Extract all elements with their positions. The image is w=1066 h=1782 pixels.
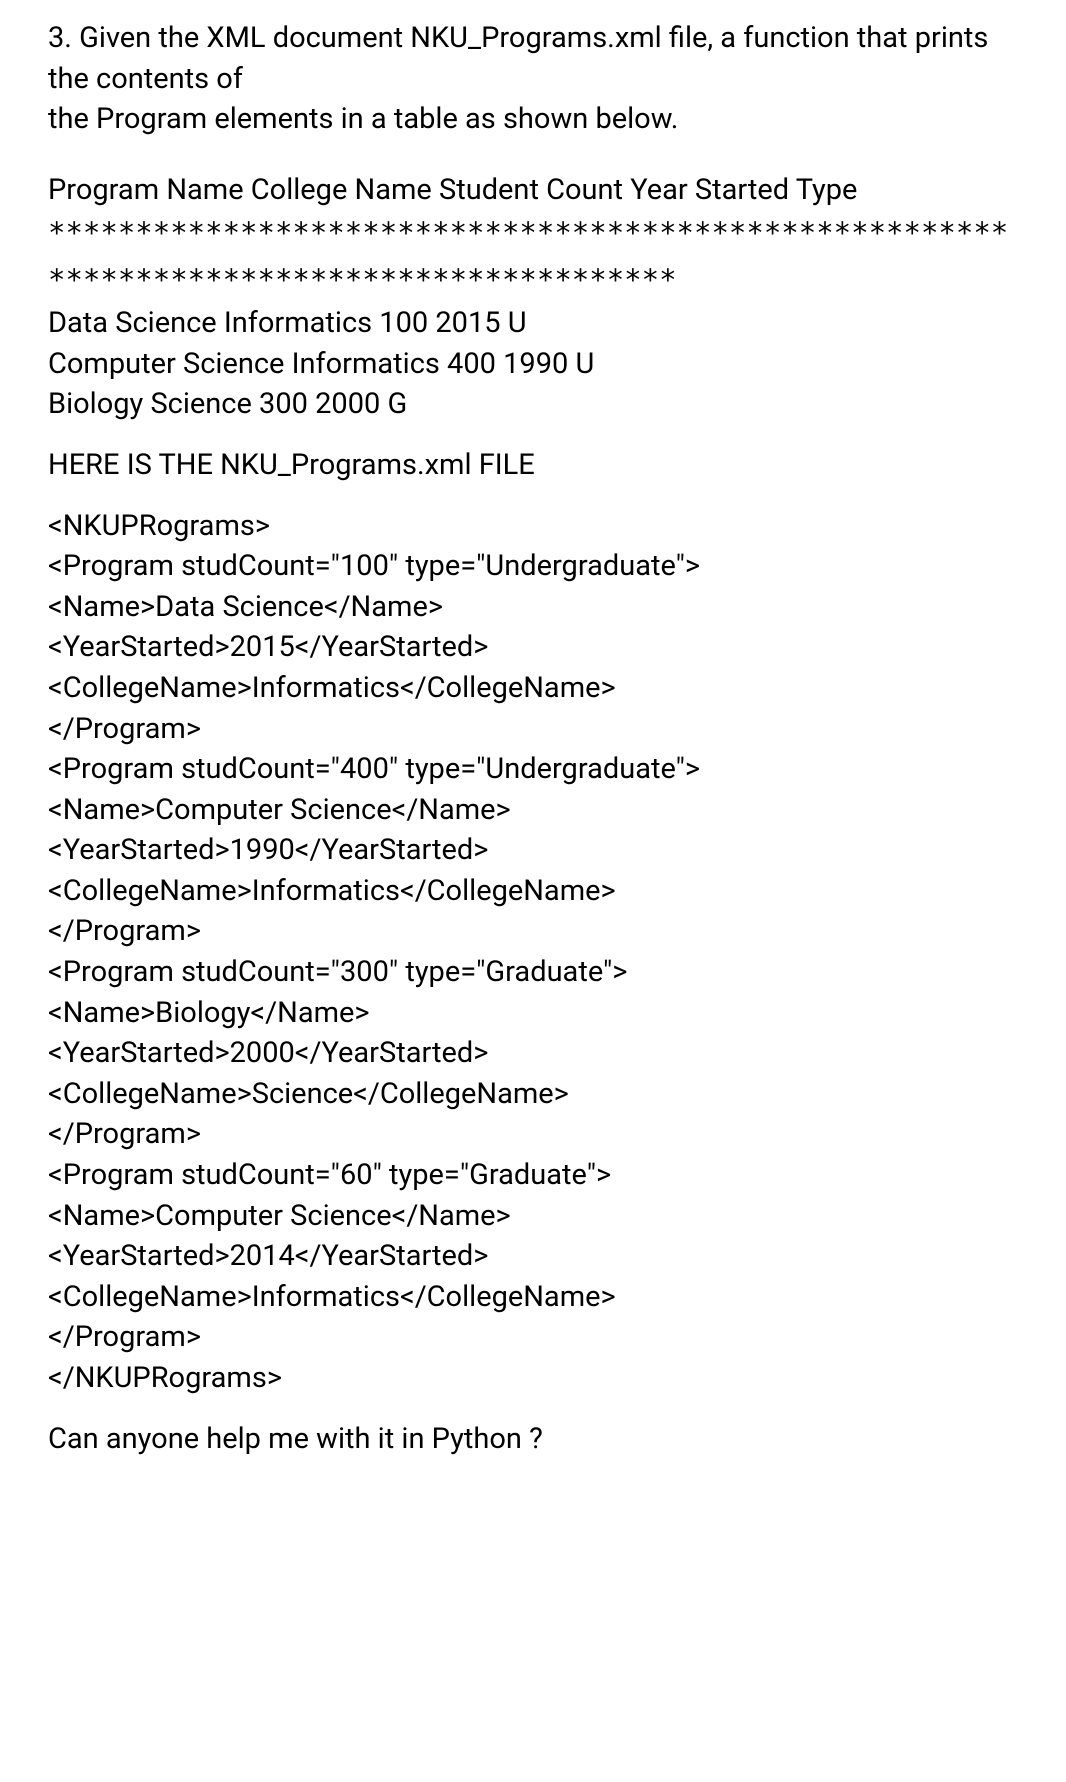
table-header: Program Name College Name Student Count … <box>48 170 1018 211</box>
closing-question: Can anyone help me with it in Python ? <box>48 1419 1018 1460</box>
file-section-label: HERE IS THE NKU_Programs.xml FILE <box>48 445 1018 486</box>
expected-output-block: Program Name College Name Student Count … <box>48 170 1018 425</box>
data-row: Data Science Informatics 100 2015 U <box>48 303 1018 344</box>
xml-line: <CollegeName>Informatics</CollegeName> <box>48 871 1018 912</box>
xml-line: <Name>Computer Science</Name> <box>48 1196 1018 1237</box>
xml-line: <Name>Computer Science</Name> <box>48 790 1018 831</box>
xml-line: <Program studCount="100" type="Undergrad… <box>48 546 1018 587</box>
xml-content-block: <NKUPRograms> <Program studCount="100" t… <box>48 506 1018 1399</box>
data-row: Biology Science 300 2000 G <box>48 384 1018 425</box>
xml-line: <Program studCount="300" type="Graduate"… <box>48 952 1018 993</box>
xml-line: <YearStarted>1990</YearStarted> <box>48 830 1018 871</box>
separator-line: ****************************************… <box>48 210 1018 303</box>
question-line-1: 3. Given the XML document NKU_Programs.x… <box>48 21 988 96</box>
xml-line: <Program studCount="400" type="Undergrad… <box>48 749 1018 790</box>
xml-line: <Program studCount="60" type="Graduate"> <box>48 1155 1018 1196</box>
xml-line: </Program> <box>48 911 1018 952</box>
xml-line: </Program> <box>48 709 1018 750</box>
xml-line: <CollegeName>Science</CollegeName> <box>48 1074 1018 1115</box>
xml-line: <CollegeName>Informatics</CollegeName> <box>48 668 1018 709</box>
xml-line: </NKUPRograms> <box>48 1358 1018 1399</box>
xml-line: <Name>Biology</Name> <box>48 993 1018 1034</box>
xml-line: <YearStarted>2000</YearStarted> <box>48 1033 1018 1074</box>
xml-line: <CollegeName>Informatics</CollegeName> <box>48 1277 1018 1318</box>
xml-line: <YearStarted>2015</YearStarted> <box>48 627 1018 668</box>
data-row: Computer Science Informatics 400 1990 U <box>48 344 1018 385</box>
xml-line: <NKUPRograms> <box>48 506 1018 547</box>
question-line-2: the Program elements in a table as shown… <box>48 102 678 136</box>
question-paragraph: 3. Given the XML document NKU_Programs.x… <box>48 18 1018 140</box>
xml-line: </Program> <box>48 1114 1018 1155</box>
xml-line: <YearStarted>2014</YearStarted> <box>48 1236 1018 1277</box>
xml-line: <Name>Data Science</Name> <box>48 587 1018 628</box>
xml-line: </Program> <box>48 1317 1018 1358</box>
